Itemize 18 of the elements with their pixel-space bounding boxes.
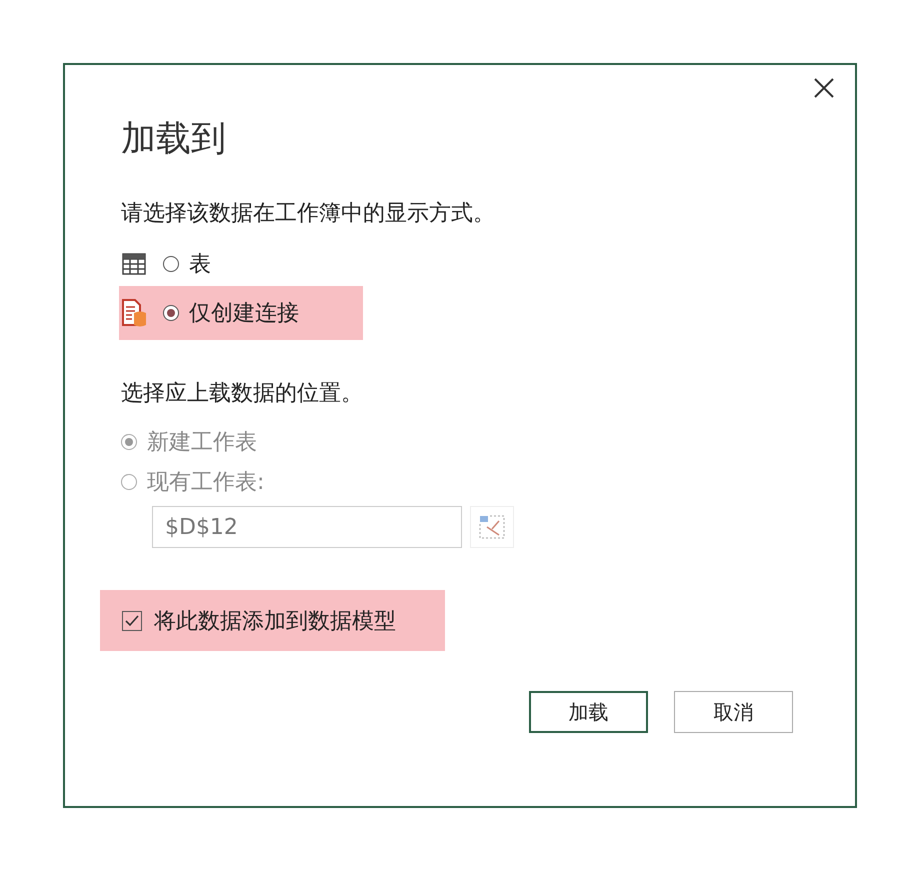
radio-button[interactable] — [163, 305, 179, 321]
prompt-text: 选择应上载数据的位置。 — [121, 380, 364, 408]
document-database-icon — [121, 298, 147, 328]
cancel-button[interactable]: 取消 — [674, 691, 793, 733]
option-label: 现有工作表: — [147, 469, 264, 497]
checkbox-label: 将此数据添加到数据模型 — [154, 608, 396, 636]
table-icon — [122, 253, 146, 275]
prompt-text: 请选择该数据在工作簿中的显示方式。 — [121, 200, 496, 228]
option-label: 新建工作表 — [147, 429, 257, 457]
dialog-title: 加载到 — [121, 118, 227, 161]
option-label: 仅创建连接 — [189, 300, 299, 328]
close-icon[interactable] — [813, 77, 835, 99]
radio-button[interactable] — [163, 256, 179, 272]
range-select-icon — [479, 515, 505, 539]
load-button[interactable]: 加载 — [529, 691, 648, 733]
option-label: 表 — [189, 251, 211, 279]
checkbox[interactable] — [122, 610, 142, 630]
checkmark-icon — [125, 614, 139, 626]
